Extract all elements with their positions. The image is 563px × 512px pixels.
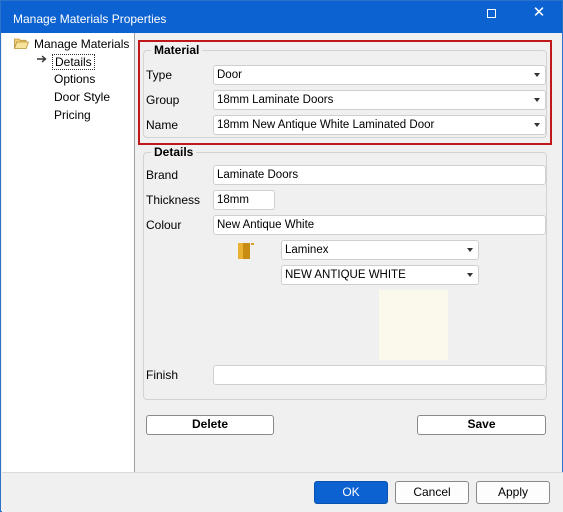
material-group-title: Material [151,43,203,57]
chevron-down-icon [534,123,540,127]
chevron-down-icon [534,98,540,102]
dialog-window: Manage Materials Properties ✕ Manage Mat… [0,0,563,512]
finish-field[interactable] [213,365,546,385]
brand-label: Brand [146,168,179,182]
dialog-footer: OK Cancel Apply [2,472,563,512]
group-select[interactable]: 18mm Laminate Doors [213,90,546,110]
thickness-field[interactable]: 18mm [213,190,275,210]
maximize-icon [486,9,496,18]
chevron-down-icon [467,248,473,252]
delete-button[interactable]: Delete [146,415,274,435]
tree-item-pricing[interactable]: Pricing [54,108,91,122]
maximize-button[interactable] [469,1,513,27]
cancel-button[interactable]: Cancel [395,481,469,504]
title-bar: Manage Materials Properties ✕ [1,1,562,33]
colour-swatch [379,290,448,360]
save-button[interactable]: Save [417,415,546,435]
arrow-right-icon [37,55,47,63]
tree-item-details[interactable]: Details [52,54,95,70]
name-value: 18mm New Antique White Laminated Door [217,119,435,131]
ok-button[interactable]: OK [314,481,388,504]
group-value: 18mm Laminate Doors [217,94,334,106]
brand-field[interactable]: Laminate Doors [213,165,546,185]
supplier-value: Laminex [285,244,329,256]
close-button[interactable]: ✕ [517,1,561,27]
laminex-logo-icon [238,243,254,259]
details-panel: Material Type Door Group 18mm Laminate D… [135,33,562,472]
folder-open-icon [14,38,29,49]
close-icon: ✕ [532,4,546,21]
supplier-select[interactable]: Laminex [281,240,479,260]
type-value: Door [217,69,242,81]
details-group-title: Details [151,145,197,159]
colour-label: Colour [146,218,182,232]
navigation-tree: Manage Materials Details Options Door St… [2,33,135,472]
thickness-label: Thickness [146,193,201,207]
name-label: Name [146,118,179,132]
apply-button[interactable]: Apply [476,481,550,504]
chevron-down-icon [534,73,540,77]
window-title: Manage Materials Properties [13,12,167,26]
colour-field[interactable]: New Antique White [213,215,546,235]
tree-root-label: Manage Materials [34,37,130,51]
colour-code-select[interactable]: NEW ANTIQUE WHITE [281,265,479,285]
tree-item-door-style[interactable]: Door Style [54,90,110,104]
type-label: Type [146,68,173,82]
tree-root-manage-materials[interactable]: Manage Materials [14,37,129,51]
name-select[interactable]: 18mm New Antique White Laminated Door [213,115,546,135]
finish-label: Finish [146,368,179,382]
colour-code-value: NEW ANTIQUE WHITE [285,269,406,281]
group-label: Group [146,93,180,107]
chevron-down-icon [467,273,473,277]
tree-item-options[interactable]: Options [54,72,95,86]
type-select[interactable]: Door [213,65,546,85]
